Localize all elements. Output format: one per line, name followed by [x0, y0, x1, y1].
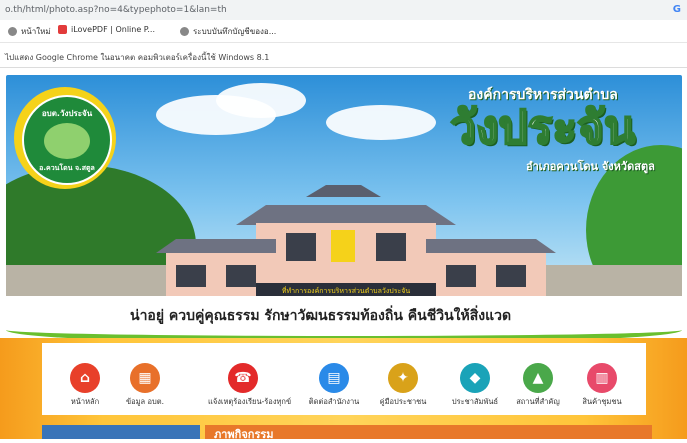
cloud: [216, 83, 306, 118]
mountain-icon: [44, 123, 90, 159]
motto-text: น่าอยู่ ควบคู่คุณธรรม รักษาวัฒนธรรมท้องถ…: [130, 308, 512, 324]
book-icon: ✦: [388, 363, 418, 393]
bookmark-item[interactable]: iLovePDF | Online P...: [58, 25, 155, 34]
building-icon: ▦: [130, 363, 160, 393]
google-icon[interactable]: G: [673, 4, 681, 15]
landscape-icon: ▲: [523, 363, 553, 393]
org-district: อำเภอควนโดน จังหวัดสตูล: [526, 160, 655, 173]
nav-label: ประชาสัมพันธ์: [451, 397, 499, 406]
header-banner: ที่ทำการองค์การบริหารส่วนตำบลวังประจัน อ…: [6, 75, 682, 300]
nav-label: สถานที่สำคัญ: [516, 397, 560, 406]
phone-icon: ☎: [228, 363, 258, 393]
info-bar-text: ไปแสดง Google Chrome ในอนาคต คอมพิวเตอร์…: [5, 53, 270, 62]
globe-icon: [8, 27, 17, 36]
ilovepdf-icon: [58, 25, 67, 34]
bookmark-label: ระบบบันทึกบัญชีของอ...: [193, 27, 277, 36]
office-building: ที่ทำการองค์การบริหารส่วนตำบลวังประจัน: [156, 185, 556, 300]
seal-emblem: อบต.วังประจัน อ.ควนโดน จ.สตูล: [22, 95, 112, 185]
seal-bottom-text: อ.ควนโดน จ.สตูล: [39, 164, 95, 172]
bookmark-item[interactable]: ระบบบันทึกบัญชีของอ...: [180, 25, 276, 38]
activity-title[interactable]: ภาพกิจกรรม: [214, 425, 274, 443]
activity-thumbnail[interactable]: [42, 425, 200, 439]
home-icon: ⌂: [70, 363, 100, 393]
office-icon: ▤: [319, 363, 349, 393]
address-bar[interactable]: o.th/html/photo.asp?no=4&typephoto=1&lan…: [0, 0, 687, 20]
bookmark-item[interactable]: หน้าใหม่: [8, 25, 51, 38]
nav-contact[interactable]: ▤ ติดต่อสำนักงาน: [299, 363, 369, 408]
building-sign: ที่ทำการองค์การบริหารส่วนตำบลวังประจัน: [282, 286, 410, 295]
bookmarks-bar: หน้าใหม่ iLovePDF | Online P... ระบบบันท…: [0, 20, 687, 43]
nav-label: สินค้าชุมชน: [582, 397, 622, 406]
nav-label: ข้อมูล อบต.: [125, 397, 165, 406]
nav-label: ติดต่อสำนักงาน: [308, 397, 360, 406]
nav-manual[interactable]: ✦ คู่มือประชาชน: [368, 363, 438, 408]
bookmark-label: หน้าใหม่: [21, 27, 51, 36]
cloud: [326, 105, 436, 140]
org-name: วังประจัน: [449, 100, 636, 154]
bookmark-label: iLovePDF | Online P...: [71, 25, 156, 34]
nav-complaint[interactable]: ☎ แจ้งเหตุร้องเรียน-ร้องทุกข์: [208, 363, 292, 408]
nav-places[interactable]: ▲ สถานที่สำคัญ: [503, 363, 573, 408]
icon-menu: ⌂ หน้าหลัก ▦ ข้อมูล อบต. ☎ แจ้งเหตุร้องเ…: [42, 343, 646, 415]
url-text[interactable]: o.th/html/photo.asp?no=4&typephoto=1&lan…: [5, 5, 227, 15]
nav-news[interactable]: ◆ ประชาสัมพันธ์: [440, 363, 510, 408]
logo-seal[interactable]: อบต.วังประจัน อ.ควนโดน จ.สตูล: [14, 87, 116, 189]
shop-icon: ▥: [587, 363, 617, 393]
megaphone-icon: ◆: [460, 363, 490, 393]
nav-about[interactable]: ▦ ข้อมูล อบต.: [110, 363, 180, 408]
seal-top-text: อบต.วังประจัน: [41, 109, 93, 118]
nav-products[interactable]: ▥ สินค้าชุมชน: [567, 363, 637, 408]
nav-label: คู่มือประชาชน: [379, 397, 427, 406]
nav-label: แจ้งเหตุร้องเรียน-ร้องทุกข์: [208, 397, 292, 406]
globe-icon: [180, 27, 189, 36]
info-bar: ไปแสดง Google Chrome ในอนาคต คอมพิวเตอร์…: [0, 43, 687, 68]
